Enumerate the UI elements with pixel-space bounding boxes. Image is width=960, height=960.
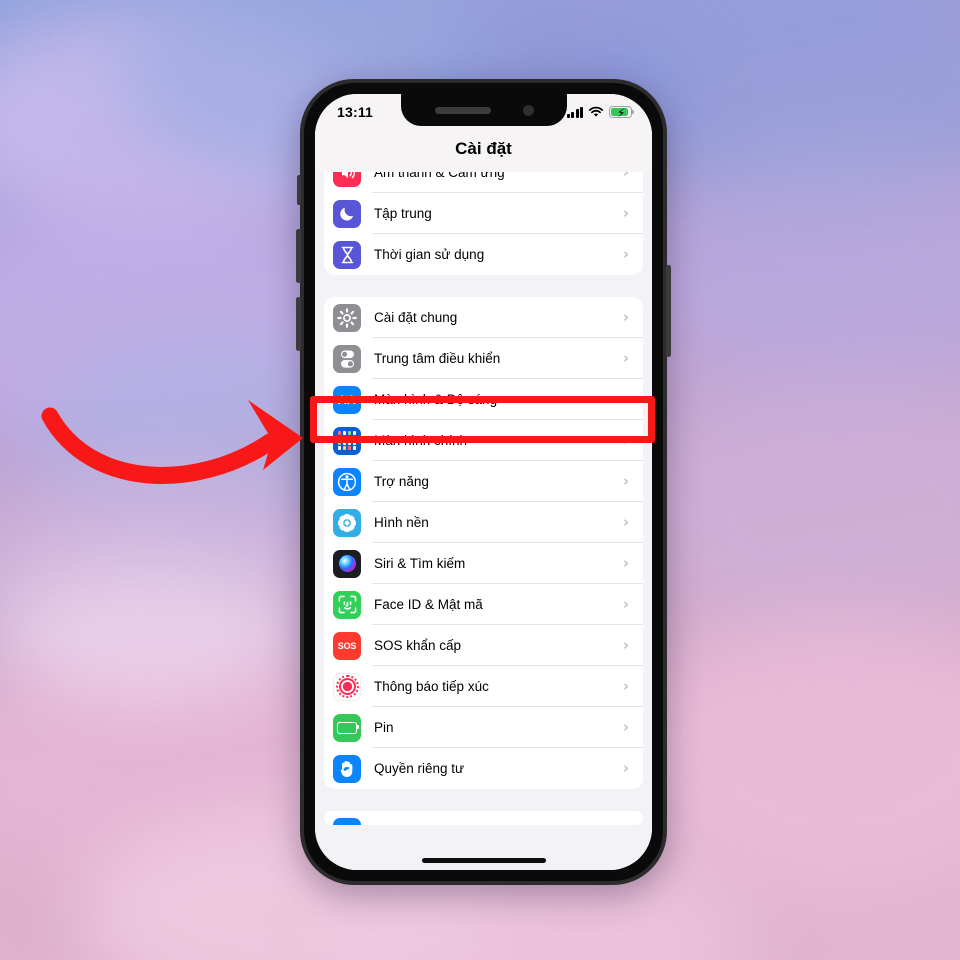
chevron-right-icon: ›	[622, 554, 629, 572]
chevron-right-icon: ›	[622, 349, 629, 367]
screen-time-hourglass-icon	[333, 240, 361, 269]
settings-row-label: Cài đặt chung	[374, 310, 458, 325]
settings-row[interactable]: Trợ năng ›	[324, 461, 643, 502]
settings-row-label: Siri & Tìm kiếm	[374, 556, 466, 571]
settings-row[interactable]: Quyền riêng tư ›	[324, 748, 643, 789]
settings-row-label: Face ID & Mật mã	[374, 597, 483, 612]
focus-moon-icon	[333, 199, 361, 228]
chevron-right-icon: ›	[622, 308, 629, 326]
chevron-right-icon: ›	[622, 472, 629, 490]
status-time: 13:11	[337, 104, 374, 120]
face-id-icon	[333, 590, 361, 619]
home-indicator[interactable]	[421, 858, 546, 863]
red-curved-arrow	[41, 400, 303, 484]
wallpaper-flower-icon	[333, 508, 361, 537]
device-screen: Âm thanh & Cảm ứng › Tập trung › Thời gian s…	[315, 94, 652, 870]
settings-row[interactable]	[324, 811, 643, 825]
battery-icon	[333, 713, 361, 742]
battery-charging-icon: ⚡	[609, 106, 635, 120]
settings-row-label: Pin	[374, 720, 394, 735]
notch	[400, 94, 567, 126]
settings-row[interactable]: Thông báo tiếp xúc ›	[324, 666, 643, 707]
exposure-notification-icon	[333, 672, 361, 701]
red-highlight-box	[310, 396, 655, 443]
group-partial-next	[324, 811, 643, 825]
settings-row[interactable]: Siri & Tìm kiếm ›	[324, 543, 643, 584]
settings-row-label: Hình nền	[374, 515, 429, 530]
siri-orb-icon	[333, 549, 361, 578]
settings-row[interactable]: Face ID & Mật mã ›	[324, 584, 643, 625]
settings-row-label: Thông báo tiếp xúc	[374, 679, 489, 694]
silent-switch[interactable]	[297, 175, 301, 205]
settings-scroll-view[interactable]: Âm thanh & Cảm ứng › Tập trung › Thời gian s…	[315, 94, 652, 870]
group-system: Cài đặt chung › Trung tâm điều khiển › AA Màn…	[324, 297, 643, 789]
power-button[interactable]	[666, 265, 671, 357]
settings-row[interactable]: SOS SOS khẩn cấp ›	[324, 625, 643, 666]
earpiece-speaker-icon	[434, 107, 491, 114]
chevron-right-icon: ›	[622, 513, 629, 531]
chevron-right-icon: ›	[622, 718, 629, 736]
volume-up-button[interactable]	[296, 229, 301, 283]
chevron-right-icon: ›	[622, 759, 629, 777]
chevron-right-icon: ›	[622, 595, 629, 613]
volume-down-button[interactable]	[296, 297, 301, 351]
settings-row[interactable]: Thời gian sử dụng ›	[324, 234, 643, 275]
settings-row[interactable]: Hình nền ›	[324, 502, 643, 543]
settings-row[interactable]: Tập trung ›	[324, 193, 643, 234]
privacy-hand-icon	[333, 754, 361, 783]
cloud-puff	[0, 560, 300, 700]
settings-row-label: Tập trung	[374, 206, 432, 221]
gear-icon	[333, 303, 361, 332]
navigation-bar: Cài đặt	[315, 126, 652, 172]
settings-row-label: Thời gian sử dụng	[374, 247, 485, 262]
chevron-right-icon: ›	[622, 636, 629, 654]
settings-row-label: Trợ năng	[374, 474, 429, 489]
page-title: Cài đặt	[455, 139, 512, 158]
emergency-sos-icon: SOS	[333, 631, 361, 660]
status-indicators: ⚡	[566, 102, 635, 120]
app-store-icon	[333, 817, 361, 825]
settings-row-label: SOS khẩn cấp	[374, 638, 462, 653]
chevron-right-icon: ›	[622, 245, 629, 263]
cellular-signal-icon	[566, 106, 583, 118]
settings-row[interactable]: Cài đặt chung ›	[324, 297, 643, 338]
iphone-device-frame: Âm thanh & Cảm ứng › Tập trung › Thời gian s…	[296, 79, 671, 885]
settings-row[interactable]: Trung tâm điều khiển ›	[324, 338, 643, 379]
device-bezel: Âm thanh & Cảm ứng › Tập trung › Thời gian s…	[304, 83, 663, 881]
chevron-right-icon: ›	[622, 204, 629, 222]
settings-row-label: Trung tâm điều khiển	[374, 351, 501, 366]
settings-row-label: Quyền riêng tư	[374, 761, 465, 776]
settings-row[interactable]: Pin ›	[324, 707, 643, 748]
chevron-right-icon: ›	[622, 677, 629, 695]
front-camera-icon	[522, 105, 534, 116]
wifi-icon	[588, 106, 604, 117]
